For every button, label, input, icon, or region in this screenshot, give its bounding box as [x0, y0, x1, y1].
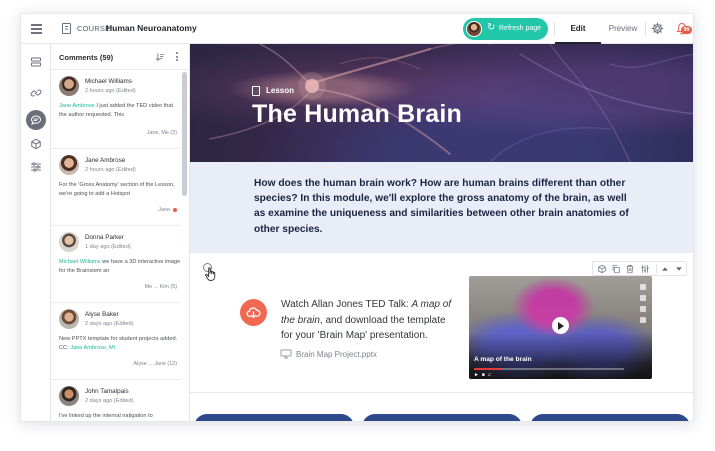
- avatar: [59, 386, 79, 406]
- video-progress-fill: [474, 368, 501, 370]
- presentation-file-icon: [280, 349, 292, 359]
- video-player[interactable]: A map of the brain ► ■ ♫: [469, 276, 652, 379]
- video-side-controls[interactable]: [640, 284, 646, 328]
- comment-body: Jane Ambrose I just added the TED video …: [59, 102, 181, 119]
- comment-author: Alyse Baker: [85, 311, 119, 318]
- comments-panel: Comments (59) Michael Williams 2 hours a…: [51, 44, 190, 421]
- comment-participants: Alyse ... Jane (12): [133, 361, 177, 367]
- course-icon: [62, 23, 71, 34]
- video-progress[interactable]: [474, 368, 624, 370]
- refresh-icon: ↻: [487, 22, 496, 33]
- comment-item[interactable]: Michael Williams 2 hours ago (Edited) Ja…: [51, 70, 181, 149]
- comment-icon: [30, 115, 42, 125]
- rail-item-settings[interactable]: [26, 157, 46, 177]
- avatar: [59, 232, 79, 252]
- comment-participants: Jane: [158, 207, 177, 213]
- app-window: COURSE: Human Neuroanatomy ↻ Refresh pag…: [20, 13, 694, 422]
- rail-item-comments[interactable]: [26, 110, 46, 130]
- comment-author: Jane Ambrose: [85, 157, 126, 164]
- cube-icon: [31, 138, 41, 150]
- video-title: A map of the brain: [474, 356, 532, 363]
- nav-pill-brainstem[interactable]: The Brainstem: [194, 414, 354, 421]
- hero-banner: Lesson The Human Brain: [190, 44, 693, 162]
- trash-icon[interactable]: [625, 264, 635, 274]
- comment-body: New PPTX template for student projects a…: [59, 335, 181, 352]
- video-controls[interactable]: ► ■ ♫: [474, 372, 491, 378]
- rail-item-layers[interactable]: [26, 52, 46, 72]
- divider: [645, 22, 646, 36]
- move-up-icon[interactable]: [660, 264, 670, 274]
- notification-badge: 99: [681, 26, 692, 34]
- comment-body: I've linked up the internal natigation t…: [59, 413, 153, 419]
- download-button[interactable]: [240, 299, 267, 326]
- refresh-page-label: Refresh page: [499, 25, 542, 32]
- comments-scrollbar[interactable]: [182, 72, 187, 196]
- comment-participants: Jane, Me (2): [146, 130, 177, 136]
- block-toolbar: [592, 261, 687, 276]
- top-bar: COURSE: Human Neuroanatomy ↻ Refresh pag…: [21, 14, 693, 44]
- sliders-icon: [31, 162, 41, 172]
- attachment-link[interactable]: Brain Map Project.pptx: [296, 350, 377, 359]
- move-down-icon[interactable]: [674, 264, 684, 274]
- comment-item[interactable]: Donna Parker 1 day ago (Edited) Michael …: [51, 226, 181, 303]
- lesson-tag: Lesson: [266, 86, 295, 95]
- comment-item[interactable]: John Tamalpais 2 days ago (Edited) I've …: [51, 380, 181, 421]
- sliders-icon[interactable]: [640, 264, 650, 274]
- tab-preview[interactable]: Preview: [603, 14, 643, 44]
- intro-text[interactable]: How does the human brain work? How are h…: [254, 176, 634, 237]
- comment-time: 2 hours ago (Edited): [85, 167, 136, 173]
- comment-item[interactable]: Jane Ambrose 2 hours ago (Edited) For th…: [51, 149, 181, 226]
- layers-icon: [31, 57, 41, 67]
- comment-item[interactable]: Alyse Baker 2 days ago (Edited) New PPTX…: [51, 303, 181, 380]
- section-divider: [190, 392, 693, 393]
- comments-header: Comments (59): [51, 44, 189, 70]
- lesson-canvas: Lesson The Human Brain How does the huma…: [190, 44, 693, 421]
- nav-pill-cerebrum[interactable]: The Cerebrum & Cerebral Cortex: [530, 414, 690, 421]
- comment-time: 2 days ago (Edited): [85, 398, 134, 404]
- course-name[interactable]: Human Neuroanatomy: [106, 23, 197, 33]
- comment-mention[interactable]: Jane Ambrose: [59, 103, 95, 109]
- divider: [656, 264, 657, 274]
- cube-icon[interactable]: [597, 264, 607, 274]
- avatar: [59, 76, 79, 96]
- unread-dot: [173, 207, 177, 212]
- comment-author: Michael Williams: [85, 78, 132, 85]
- play-button[interactable]: [552, 317, 569, 334]
- comment-time: 1 day ago (Edited): [85, 244, 131, 250]
- nav-pill-cerebellum[interactable]: The Cerebellum & Connections: [362, 414, 522, 421]
- media-block[interactable]: Watch Allan Jones TED Talk: A map of the…: [190, 253, 693, 379]
- comment-mention[interactable]: Jane Ambrose, Mi: [70, 345, 115, 351]
- avatar: [59, 155, 79, 175]
- lesson-icon: [252, 86, 260, 96]
- menu-icon[interactable]: [31, 24, 42, 34]
- rail-item-3d[interactable]: [26, 134, 46, 154]
- comment-author: Donna Parker: [85, 234, 124, 241]
- gear-icon[interactable]: [651, 22, 664, 35]
- comment-participants: Me ... Kim (5): [144, 284, 177, 290]
- comments-title: Comments (59): [59, 53, 114, 62]
- link-icon: [30, 89, 42, 97]
- comment-time: 2 days ago (Edited): [85, 321, 134, 327]
- avatar: [466, 21, 482, 37]
- comment-time: 2 hours ago (Edited): [85, 88, 136, 94]
- left-rail: [21, 44, 51, 421]
- comment-author: John Tamalpais: [85, 388, 129, 395]
- more-options-icon[interactable]: [176, 52, 179, 62]
- comment-body: Michael Williams we have a 3D interactiv…: [59, 258, 181, 275]
- lesson-title[interactable]: The Human Brain: [252, 100, 462, 129]
- comment-body: For the 'Gross Anatomy' section of the L…: [59, 182, 175, 197]
- copy-icon[interactable]: [611, 264, 621, 274]
- rail-item-link[interactable]: [26, 83, 46, 103]
- tab-edit[interactable]: Edit: [555, 14, 601, 44]
- avatar: [59, 309, 79, 329]
- cloud-download-icon: [246, 307, 261, 319]
- comment-mention[interactable]: Michael Williams: [59, 259, 101, 265]
- intro-block[interactable]: How does the human brain work? How are h…: [190, 162, 693, 253]
- sort-icon[interactable]: [155, 52, 165, 62]
- media-description[interactable]: Watch Allan Jones TED Talk: A map of the…: [281, 297, 459, 344]
- refresh-page-button[interactable]: ↻ Refresh page: [463, 18, 548, 40]
- hand-cursor-icon: [205, 267, 216, 281]
